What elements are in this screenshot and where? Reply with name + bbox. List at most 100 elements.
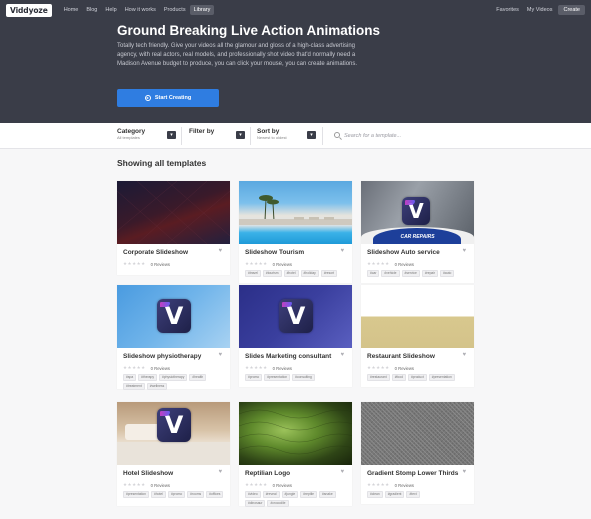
- tag[interactable]: #reveal: [262, 491, 280, 498]
- template-card[interactable]: Restaurant Slideshow ♥ ★★★★★ 0 Reviews #r…: [361, 285, 474, 387]
- logo[interactable]: Viddyoze: [6, 3, 52, 17]
- tag[interactable]: #dinosaur: [245, 500, 266, 507]
- tag[interactable]: #rooms: [187, 491, 205, 498]
- nav-how-it-works[interactable]: How it works: [121, 5, 160, 15]
- template-card[interactable]: Gradient Stomp Lower Thirds ♥ ★★★★★ 0 Rev…: [361, 402, 474, 504]
- heart-icon[interactable]: ♥: [340, 352, 344, 358]
- tag[interactable]: #snake: [319, 491, 336, 498]
- tag[interactable]: #car: [367, 270, 380, 277]
- tag[interactable]: #presentation: [264, 374, 291, 381]
- create-button[interactable]: Create: [558, 5, 585, 15]
- heart-icon[interactable]: ♥: [218, 352, 222, 358]
- search-input[interactable]: [344, 131, 544, 141]
- nav-blog[interactable]: Blog: [82, 5, 101, 15]
- tag[interactable]: #promo: [167, 491, 186, 498]
- tag[interactable]: #clean: [367, 491, 383, 498]
- tag[interactable]: #jungle: [281, 491, 299, 498]
- tag[interactable]: #restaurant: [367, 374, 390, 381]
- nav-favorites[interactable]: Favorites: [492, 5, 523, 15]
- template-card[interactable]: Slideshow Tourism ♥ ★★★★★ 0 Reviews #trav…: [239, 181, 352, 283]
- tag[interactable]: #gradient: [384, 491, 405, 498]
- heart-icon[interactable]: ♥: [218, 469, 222, 475]
- start-creating-button[interactable]: ▸ Start Creating: [117, 89, 219, 107]
- tag[interactable]: #crocodile: [267, 500, 289, 507]
- tag[interactable]: #physiotherapy: [159, 374, 188, 381]
- tag[interactable]: #text: [406, 491, 420, 498]
- rating: ★★★★★ 0 Reviews: [245, 261, 292, 267]
- tag[interactable]: #hotel: [150, 491, 166, 498]
- template-title[interactable]: Slideshow physiotherapy: [123, 353, 201, 360]
- template-title[interactable]: Hotel Slideshow: [123, 470, 173, 477]
- thumbnail: V: [239, 285, 352, 348]
- hero-title: Ground Breaking Live Action Animations: [117, 23, 381, 38]
- tag[interactable]: #presentation: [123, 491, 149, 498]
- template-title[interactable]: Gradient Stomp Lower Thirds: [367, 470, 458, 477]
- tag[interactable]: #health: [189, 374, 207, 381]
- template-card[interactable]: Reptilian Logo ♥ ★★★★★ 0 Reviews #video #…: [239, 402, 352, 507]
- stars: ★★★★★: [123, 482, 146, 487]
- tag[interactable]: #therapy: [138, 374, 157, 381]
- tag[interactable]: #spa: [123, 374, 137, 381]
- tag[interactable]: #product: [407, 374, 427, 381]
- sort-by[interactable]: Sort by Newest to oldest: [257, 128, 287, 140]
- pattern: [117, 181, 230, 244]
- tag[interactable]: #service: [401, 270, 420, 277]
- template-title[interactable]: Slideshow Auto service: [367, 249, 440, 256]
- nav-library[interactable]: Library: [189, 5, 215, 15]
- tag[interactable]: #reptile: [300, 491, 318, 498]
- sort-by-value: Newest to oldest: [257, 135, 287, 140]
- chevron-down-icon[interactable]: ▾: [167, 131, 176, 139]
- rating: ★★★★★ 0 Reviews: [123, 261, 170, 267]
- template-title[interactable]: Restaurant Slideshow: [367, 353, 435, 360]
- tag[interactable]: #video: [245, 491, 261, 498]
- category-filter[interactable]: Category All templates: [117, 128, 145, 140]
- template-title[interactable]: Reptilian Logo: [245, 470, 290, 477]
- chevron-down-icon[interactable]: ▾: [236, 131, 245, 139]
- tag[interactable]: #repair: [421, 270, 439, 277]
- tag[interactable]: #resort: [320, 270, 338, 277]
- tag[interactable]: #consulting: [292, 374, 315, 381]
- tag-list: #clean #gradient #text: [367, 491, 471, 498]
- rating: ★★★★★ 0 Reviews: [245, 482, 292, 488]
- tag[interactable]: #vehicle: [381, 270, 400, 277]
- tag[interactable]: #travel: [245, 270, 261, 277]
- nav-home[interactable]: Home: [60, 5, 83, 15]
- template-title[interactable]: Slides Marketing consultant: [245, 353, 331, 360]
- stars: ★★★★★: [245, 261, 268, 266]
- heart-icon[interactable]: ♥: [462, 352, 466, 358]
- tag-list: #restaurant #food #product #presentation: [367, 374, 471, 381]
- stars: ★★★★★: [367, 365, 390, 370]
- tag[interactable]: #offices: [206, 491, 224, 498]
- v-logo: V: [402, 197, 430, 225]
- stars: ★★★★★: [245, 365, 268, 370]
- sort-by-label: Sort by: [257, 128, 280, 135]
- template-card[interactable]: V Slideshow physiotherapy ♥ ★★★★★ 0 Revie…: [117, 285, 230, 390]
- tag[interactable]: #auto: [440, 270, 455, 277]
- tag[interactable]: #food: [391, 374, 406, 381]
- tag[interactable]: #holiday: [300, 270, 319, 277]
- tag[interactable]: #treatment: [123, 383, 145, 390]
- heart-icon[interactable]: ♥: [462, 469, 466, 475]
- heart-icon[interactable]: ♥: [340, 469, 344, 475]
- template-card[interactable]: V Slides Marketing consultant ♥ ★★★★★ 0 R…: [239, 285, 352, 387]
- template-title[interactable]: Slideshow Tourism: [245, 249, 304, 256]
- chevron-down-icon[interactable]: ▾: [307, 131, 316, 139]
- tag[interactable]: #hotel: [283, 270, 299, 277]
- template-card[interactable]: Corporate Slideshow ♥ ★★★★★ 0 Reviews: [117, 181, 230, 275]
- heart-icon[interactable]: ♥: [462, 248, 466, 254]
- nav-my-videos[interactable]: My Videos: [523, 5, 557, 15]
- filter-by[interactable]: Filter by: [189, 128, 214, 135]
- tag[interactable]: #promo: [245, 374, 263, 381]
- tag[interactable]: #wellness: [146, 383, 168, 390]
- template-title[interactable]: Corporate Slideshow: [123, 249, 188, 256]
- thumbnail: [361, 285, 474, 348]
- stars: ★★★★★: [123, 261, 146, 266]
- template-card[interactable]: V CAR REPAIRS Slideshow Auto service ♥ ★…: [361, 181, 474, 283]
- tag[interactable]: #tourism: [262, 270, 282, 277]
- nav-help[interactable]: Help: [101, 5, 120, 15]
- template-card[interactable]: V Hotel Slideshow ♥ ★★★★★ 0 Reviews #pres…: [117, 402, 230, 506]
- heart-icon[interactable]: ♥: [340, 248, 344, 254]
- heart-icon[interactable]: ♥: [218, 248, 222, 254]
- nav-products[interactable]: Products: [160, 5, 190, 15]
- tag[interactable]: #presentation: [428, 374, 455, 381]
